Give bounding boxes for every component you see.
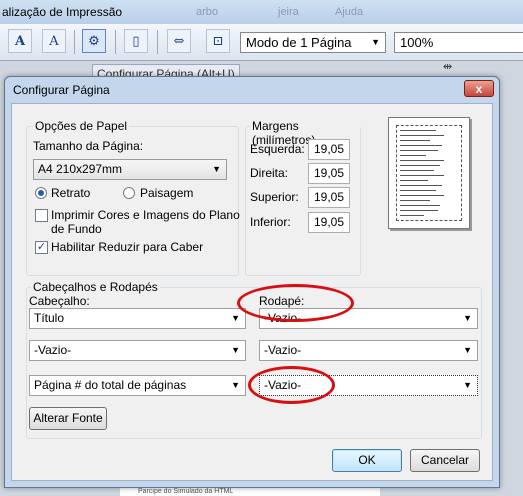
margins-group: Margens (milímetros) Esquerda: 19,05 Dir… [245,119,361,276]
group-title-paper: Opções de Papel [33,119,130,133]
fit-width-icon[interactable]: ⇔ [167,29,191,53]
app-title-bar: alização de Impressão arbo jeira Ajuda [0,0,523,24]
preview-line [400,185,442,186]
portrait-label[interactable]: Retrato [51,186,90,200]
paper-options-group: Opções de Papel Tamanho da Página: A4 21… [26,119,240,276]
preview-line [400,160,444,161]
chevron-down-icon: ▼ [371,37,380,47]
preview-line [400,140,430,141]
portrait-radio[interactable] [35,187,47,199]
footer-select-2[interactable]: -Vazio- ▼ [259,340,478,361]
preview-line [400,150,438,151]
app-title: alização de Impressão [2,5,123,19]
margin-top-input[interactable]: 19,05 [308,187,350,208]
preview-line [400,210,438,211]
preview-line [400,195,444,196]
layout-mode-value: Modo de 1 Página [246,35,352,50]
header-select-1[interactable]: Título ▼ [29,308,246,329]
footer-select-2-value: -Vazio- [264,343,302,357]
menu-item-faded-1: arbo [196,6,219,18]
preview-line [400,155,426,156]
dialog-title: Configurar Página [13,83,110,97]
preview-line [400,165,440,166]
menu-item-faded-3: Ajuda [335,6,364,18]
margin-left-input[interactable]: 19,05 [308,139,350,160]
margin-bottom-label: Inferior: [250,215,291,229]
preview-line [400,190,436,191]
header-label: Cabeçalho: [29,294,90,308]
preview-line [400,200,430,201]
text-a-icon[interactable]: A [8,29,32,53]
dialog-client-area: Opções de Papel Tamanho da Página: A4 21… [11,103,493,481]
preview-line [400,180,428,181]
print-background-checkbox[interactable] [35,209,48,222]
chevron-down-icon: ▼ [231,313,240,323]
landscape-radio[interactable] [123,187,135,199]
print-preview-toolbar: A A ⚙ ▯ ⇔ ⊡ Modo de 1 Página ▼ 100% [0,24,523,61]
shrink-to-fit-label[interactable]: Habilitar Reduzir para Caber [51,240,203,254]
chevron-down-icon: ▼ [463,313,472,323]
preview-line [400,215,424,216]
ok-button[interactable]: OK [332,449,402,472]
margin-right-input[interactable]: 19,05 [308,163,350,184]
chevron-down-icon: ▼ [212,164,221,174]
toolbar-separator [74,30,75,54]
margin-right-label: Direita: [250,166,289,180]
chevron-down-icon: ▼ [463,380,472,390]
margin-top-label: Superior: [250,190,299,204]
margin-bottom-input[interactable]: 19,05 [308,212,350,233]
cancel-button[interactable]: Cancelar [410,449,480,472]
preview-line [400,205,440,206]
chevron-down-icon: ▼ [463,345,472,355]
page-preview-thumbnail [388,117,470,229]
page-setup-dialog: Configurar Página x Opções de Papel Tama… [4,76,500,488]
chevron-down-icon: ▼ [231,380,240,390]
preview-line [400,175,444,176]
close-button[interactable]: x [464,80,494,97]
text-a-outline-icon[interactable]: A [42,29,66,53]
chevron-down-icon: ▼ [231,345,240,355]
change-font-button[interactable]: Alterar Fonte [29,407,107,430]
margin-left-label: Esquerda: [250,142,305,156]
annotation-circle [248,366,335,404]
header-select-3[interactable]: Página # do total de páginas ▼ [29,375,246,396]
header-select-1-value: Título [34,311,65,325]
header-select-2-value: -Vazio- [34,343,72,357]
page-size-label: Tamanho da Página: [33,139,144,153]
preview-margin-box [396,125,462,221]
landscape-label[interactable]: Paisagem [140,186,193,200]
background-status-text: Parcipe do Simulado da HTML [138,488,234,495]
header-select-2[interactable]: -Vazio- ▼ [29,340,246,361]
menu-item-faded-2: jeira [278,6,299,18]
page-size-select[interactable]: A4 210x297mm ▼ [33,159,227,180]
splitter-handle-icon[interactable]: ⇹ [443,60,452,73]
toolbar-separator [157,30,158,54]
print-background-label-line2[interactable]: de Fundo [51,222,102,236]
toolbar-separator [115,30,116,54]
header-select-3-value: Página # do total de páginas [34,378,187,392]
preview-line [400,145,442,146]
preview-line [400,170,434,171]
fit-page-icon[interactable]: ⊡ [206,29,230,53]
group-title-headers: Cabeçalhos e Rodapés [31,280,160,294]
gear-icon[interactable]: ⚙ [82,29,106,53]
preview-line [400,130,436,131]
zoom-value: 100% [400,35,434,50]
shrink-to-fit-checkbox[interactable]: ✓ [35,241,48,254]
page-size-value: A4 210x297mm [38,162,123,176]
zoom-select[interactable]: 100% [394,32,523,53]
page-portrait-icon[interactable]: ▯ [124,29,148,53]
annotation-circle [237,284,354,322]
layout-mode-select[interactable]: Modo de 1 Página ▼ [240,32,386,53]
preview-line [400,135,444,136]
print-background-label-line1[interactable]: Imprimir Cores e Imagens do Plano [51,208,240,222]
